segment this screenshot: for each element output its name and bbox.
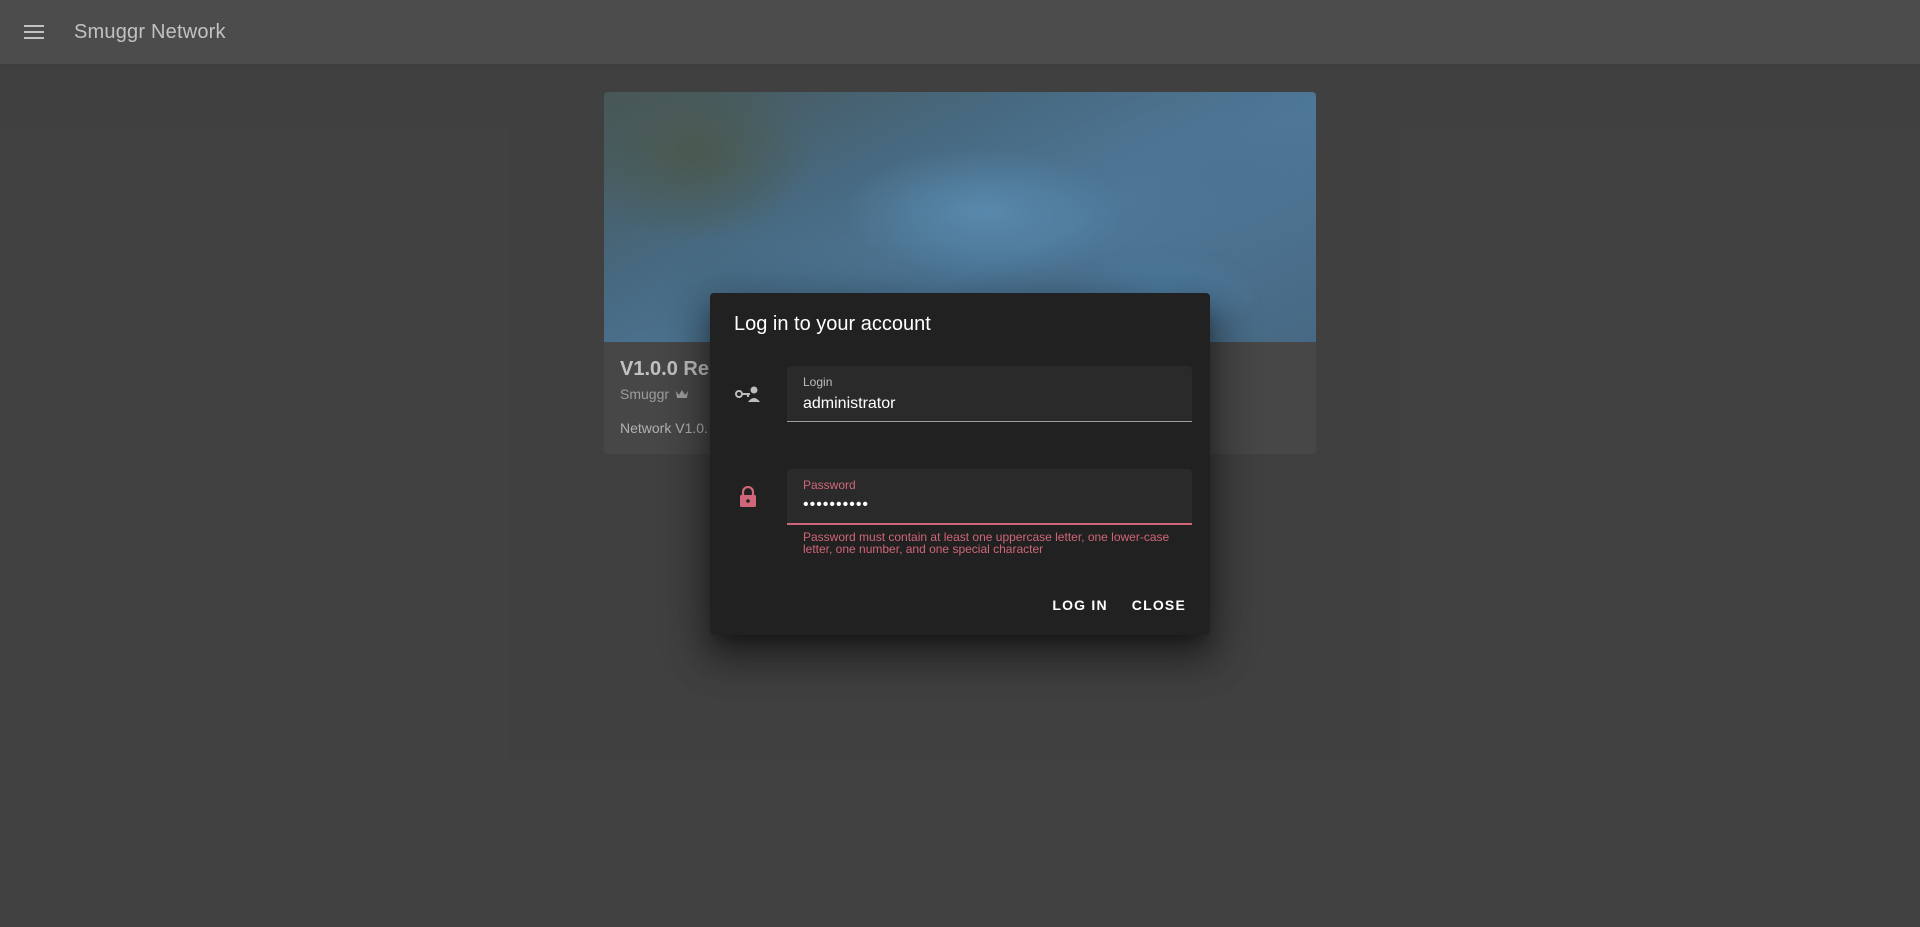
password-field[interactable]: Password •••••••••• xyxy=(787,469,1192,525)
login-dialog: Log in to your account Login administrat… xyxy=(710,293,1210,635)
login-label: Login xyxy=(803,375,833,389)
close-button[interactable]: CLOSE xyxy=(1124,589,1194,621)
login-field[interactable]: Login administrator xyxy=(787,366,1192,422)
login-button[interactable]: LOG IN xyxy=(1044,589,1115,621)
login-input[interactable]: administrator xyxy=(803,395,1173,413)
password-input[interactable]: •••••••••• xyxy=(803,496,1173,514)
account-key-icon xyxy=(734,380,762,408)
dialog-actions: LOG IN CLOSE xyxy=(1044,589,1194,621)
password-label: Password xyxy=(803,478,856,492)
dialog-title: Log in to your account xyxy=(734,313,931,335)
lock-icon xyxy=(734,483,762,511)
password-error-message: Password must contain at least one upper… xyxy=(803,530,1170,556)
